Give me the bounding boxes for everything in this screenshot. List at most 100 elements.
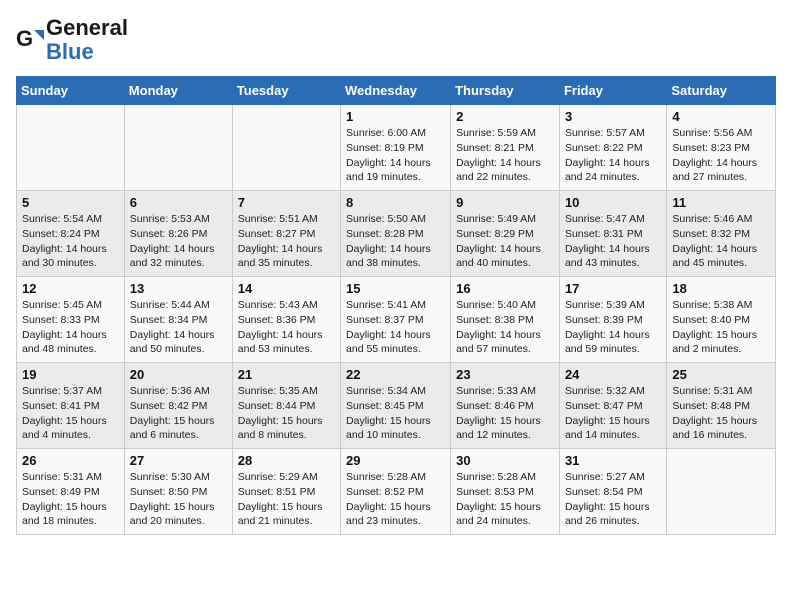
calendar-cell: 26Sunrise: 5:31 AM Sunset: 8:49 PM Dayli…: [17, 449, 125, 535]
day-info: Sunrise: 5:53 AM Sunset: 8:26 PM Dayligh…: [130, 212, 227, 271]
column-header-friday: Friday: [559, 77, 666, 105]
day-number: 17: [565, 281, 661, 296]
day-info: Sunrise: 5:39 AM Sunset: 8:39 PM Dayligh…: [565, 298, 661, 357]
day-number: 21: [238, 367, 335, 382]
day-number: 2: [456, 109, 554, 124]
day-number: 12: [22, 281, 119, 296]
day-info: Sunrise: 5:46 AM Sunset: 8:32 PM Dayligh…: [672, 212, 770, 271]
day-number: 22: [346, 367, 445, 382]
day-number: 16: [456, 281, 554, 296]
day-number: 4: [672, 109, 770, 124]
calendar-cell: 7Sunrise: 5:51 AM Sunset: 8:27 PM Daylig…: [232, 191, 340, 277]
day-number: 19: [22, 367, 119, 382]
day-info: Sunrise: 5:56 AM Sunset: 8:23 PM Dayligh…: [672, 126, 770, 185]
day-number: 11: [672, 195, 770, 210]
day-number: 14: [238, 281, 335, 296]
day-info: Sunrise: 5:28 AM Sunset: 8:52 PM Dayligh…: [346, 470, 445, 529]
calendar-cell: 8 Sunrise: 5:50 AM Sunset: 8:28 PM Daylig…: [341, 191, 451, 277]
column-header-sunday: Sunday: [17, 77, 125, 105]
calendar-cell: 6 Sunrise: 5:53 AM Sunset: 8:26 PM Daylig…: [124, 191, 232, 277]
calendar-cell: 29 Sunrise: 5:28 AM Sunset: 8:52 PM Dayli…: [341, 449, 451, 535]
day-info: Sunrise: 6:00 AM Sunset: 8:19 PM Dayligh…: [346, 126, 445, 185]
calendar-cell: 20 Sunrise: 5:36 AM Sunset: 8:42 PM Dayli…: [124, 363, 232, 449]
day-info: Sunrise: 5:57 AM Sunset: 8:22 PM Dayligh…: [565, 126, 661, 185]
page-header: G General Blue: [16, 16, 776, 64]
day-number: 25: [672, 367, 770, 382]
day-info: Sunrise: 5:47 AM Sunset: 8:31 PM Dayligh…: [565, 212, 661, 271]
day-info: Sunrise: 5:29 AM Sunset: 8:51 PM Dayligh…: [238, 470, 335, 529]
calendar-cell: 19 Sunrise: 5:37 AM Sunset: 8:41 PM Dayli…: [17, 363, 125, 449]
day-number: 7: [238, 195, 335, 210]
calendar-cell: [124, 105, 232, 191]
day-info: Sunrise: 5:45 AM Sunset: 8:33 PM Dayligh…: [22, 298, 119, 357]
day-number: 15: [346, 281, 445, 296]
day-info: Sunrise: 5:38 AM Sunset: 8:40 PM Dayligh…: [672, 298, 770, 357]
calendar-cell: 18 Sunrise: 5:38 AM Sunset: 8:40 PM Dayli…: [667, 277, 776, 363]
calendar-cell: 12 Sunrise: 5:45 AM Sunset: 8:33 PM Dayli…: [17, 277, 125, 363]
column-header-monday: Monday: [124, 77, 232, 105]
calendar-cell: 10Sunrise: 5:47 AM Sunset: 8:31 PM Dayli…: [559, 191, 666, 277]
calendar-cell: 22 Sunrise: 5:34 AM Sunset: 8:45 PM Dayli…: [341, 363, 451, 449]
day-info: Sunrise: 5:31 AM Sunset: 8:49 PM Dayligh…: [22, 470, 119, 529]
day-info: Sunrise: 5:34 AM Sunset: 8:45 PM Dayligh…: [346, 384, 445, 443]
calendar-cell: 14Sunrise: 5:43 AM Sunset: 8:36 PM Dayli…: [232, 277, 340, 363]
calendar-cell: 23Sunrise: 5:33 AM Sunset: 8:46 PM Dayli…: [451, 363, 560, 449]
column-header-tuesday: Tuesday: [232, 77, 340, 105]
day-info: Sunrise: 5:35 AM Sunset: 8:44 PM Dayligh…: [238, 384, 335, 443]
calendar-week-row: 19 Sunrise: 5:37 AM Sunset: 8:41 PM Dayli…: [17, 363, 776, 449]
calendar-cell: 27 Sunrise: 5:30 AM Sunset: 8:50 PM Dayli…: [124, 449, 232, 535]
calendar-cell: 28 Sunrise: 5:29 AM Sunset: 8:51 PM Dayli…: [232, 449, 340, 535]
day-number: 5: [22, 195, 119, 210]
day-info: Sunrise: 5:27 AM Sunset: 8:54 PM Dayligh…: [565, 470, 661, 529]
calendar-cell: 2 Sunrise: 5:59 AM Sunset: 8:21 PM Daylig…: [451, 105, 560, 191]
logo-blue: Blue: [46, 39, 94, 64]
calendar-cell: 31 Sunrise: 5:27 AM Sunset: 8:54 PM Dayli…: [559, 449, 666, 535]
column-header-thursday: Thursday: [451, 77, 560, 105]
day-number: 18: [672, 281, 770, 296]
calendar-cell: 15 Sunrise: 5:41 AM Sunset: 8:37 PM Dayli…: [341, 277, 451, 363]
day-info: Sunrise: 5:49 AM Sunset: 8:29 PM Dayligh…: [456, 212, 554, 271]
day-number: 20: [130, 367, 227, 382]
calendar-cell: 24Sunrise: 5:32 AM Sunset: 8:47 PM Dayli…: [559, 363, 666, 449]
calendar-cell: [667, 449, 776, 535]
day-number: 29: [346, 453, 445, 468]
logo-general: General: [46, 15, 128, 40]
day-info: Sunrise: 5:40 AM Sunset: 8:38 PM Dayligh…: [456, 298, 554, 357]
calendar-cell: 21 Sunrise: 5:35 AM Sunset: 8:44 PM Dayli…: [232, 363, 340, 449]
day-number: 27: [130, 453, 227, 468]
day-info: Sunrise: 5:50 AM Sunset: 8:28 PM Dayligh…: [346, 212, 445, 271]
calendar-week-row: 12 Sunrise: 5:45 AM Sunset: 8:33 PM Dayli…: [17, 277, 776, 363]
svg-text:G: G: [16, 26, 33, 51]
calendar-cell: 16 Sunrise: 5:40 AM Sunset: 8:38 PM Dayli…: [451, 277, 560, 363]
calendar-cell: [232, 105, 340, 191]
day-info: Sunrise: 5:28 AM Sunset: 8:53 PM Dayligh…: [456, 470, 554, 529]
day-info: Sunrise: 5:37 AM Sunset: 8:41 PM Dayligh…: [22, 384, 119, 443]
calendar-table: SundayMondayTuesdayWednesdayThursdayFrid…: [16, 76, 776, 535]
day-info: Sunrise: 5:41 AM Sunset: 8:37 PM Dayligh…: [346, 298, 445, 357]
calendar-cell: 30Sunrise: 5:28 AM Sunset: 8:53 PM Dayli…: [451, 449, 560, 535]
day-number: 8: [346, 195, 445, 210]
calendar-cell: 5Sunrise: 5:54 AM Sunset: 8:24 PM Daylig…: [17, 191, 125, 277]
calendar-cell: 3Sunrise: 5:57 AM Sunset: 8:22 PM Daylig…: [559, 105, 666, 191]
logo: G General Blue: [16, 16, 128, 64]
day-number: 1: [346, 109, 445, 124]
column-header-wednesday: Wednesday: [341, 77, 451, 105]
day-info: Sunrise: 5:59 AM Sunset: 8:21 PM Dayligh…: [456, 126, 554, 185]
day-number: 6: [130, 195, 227, 210]
day-number: 13: [130, 281, 227, 296]
calendar-cell: 9Sunrise: 5:49 AM Sunset: 8:29 PM Daylig…: [451, 191, 560, 277]
day-info: Sunrise: 5:30 AM Sunset: 8:50 PM Dayligh…: [130, 470, 227, 529]
logo-icon: G: [16, 26, 44, 54]
calendar-cell: 4 Sunrise: 5:56 AM Sunset: 8:23 PM Daylig…: [667, 105, 776, 191]
calendar-week-row: 26Sunrise: 5:31 AM Sunset: 8:49 PM Dayli…: [17, 449, 776, 535]
column-header-saturday: Saturday: [667, 77, 776, 105]
day-number: 28: [238, 453, 335, 468]
calendar-week-row: 5Sunrise: 5:54 AM Sunset: 8:24 PM Daylig…: [17, 191, 776, 277]
day-number: 31: [565, 453, 661, 468]
day-info: Sunrise: 5:32 AM Sunset: 8:47 PM Dayligh…: [565, 384, 661, 443]
calendar-cell: [17, 105, 125, 191]
day-number: 23: [456, 367, 554, 382]
calendar-week-row: 1 Sunrise: 6:00 AM Sunset: 8:19 PM Daylig…: [17, 105, 776, 191]
calendar-cell: 25Sunrise: 5:31 AM Sunset: 8:48 PM Dayli…: [667, 363, 776, 449]
day-info: Sunrise: 5:36 AM Sunset: 8:42 PM Dayligh…: [130, 384, 227, 443]
